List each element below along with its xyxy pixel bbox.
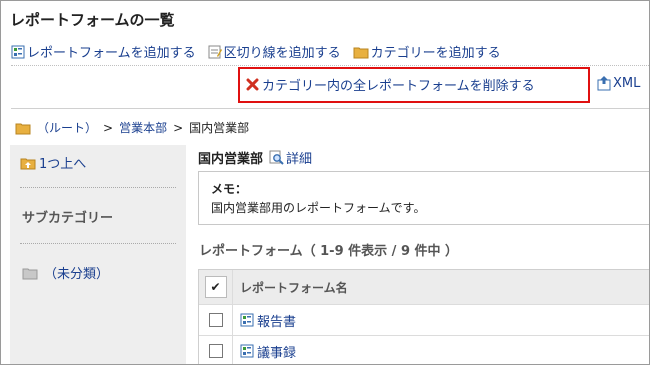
check-mark-icon: ✔ [210,280,221,294]
detail-link[interactable]: 詳細 [269,148,312,167]
breadcrumb: （ルート） > 営業本部 > 国内営業部 [15,119,249,136]
folder-icon [15,121,31,135]
breadcrumb-root[interactable]: （ルート） [37,119,97,136]
select-all-checkbox[interactable]: ✔ [204,276,227,298]
select-all-cell: ✔ [199,270,233,304]
memo-box: メモ： 国内営業部用のレポートフォームです。 [198,171,649,225]
column-header-name[interactable]: レポートフォーム名 [233,279,348,296]
category-name: 国内営業部 [198,152,264,167]
row-check-cell [199,336,233,364]
form-icon [240,344,254,358]
memo-text: 国内営業部用のレポートフォームです。 [211,201,426,215]
sidebar-divider [20,187,176,188]
window-frame: レポートフォームの一覧 レポートフォームを追加する 区切り線を追加する カテゴリ… [0,0,650,365]
breadcrumb-separator: > [103,120,114,135]
table-row: 報告書 [199,304,649,335]
subcategory-heading: サブカテゴリー [22,211,114,226]
add-category-button[interactable]: カテゴリーを追加する [353,42,501,61]
add-separator-label: 区切り線を追加する [223,46,341,61]
sidebar-divider [20,243,176,244]
form-name-link: 報告書 [257,314,297,330]
toolbar: レポートフォームを追加する 区切り線を追加する カテゴリーを追加する [11,42,501,61]
delete-all-forms-button[interactable]: カテゴリー内の全レポートフォームを削除する [246,75,535,94]
delete-all-forms-label: カテゴリー内の全レポートフォームを削除する [262,79,535,94]
page-title: レポートフォームの一覧 [10,11,175,29]
add-separator-button[interactable]: 区切り線を追加する [208,42,341,61]
form-icon [240,313,254,327]
xml-export-button[interactable]: XML [597,75,640,91]
export-icon [597,75,611,91]
table-row: 議事録 [199,335,649,364]
go-up-label: 1つ上へ [39,157,87,172]
toolbar-divider [11,65,649,66]
row-checkbox[interactable] [208,313,223,327]
folder-gray-icon [22,266,38,280]
magnifier-icon [269,150,284,165]
form-list-title: レポートフォーム（ 1-9 件表示 / 9 件中 ） [199,244,459,259]
breadcrumb-dept[interactable]: 営業本部 [119,119,167,136]
form-icon [11,45,25,59]
category-header: 国内営業部 詳細 [198,148,312,167]
memo-label: メモ： [211,182,248,196]
row-name-cell[interactable]: 議事録 [233,342,296,361]
folder-up-icon [20,156,36,170]
separator-icon [208,45,222,59]
xml-label: XML [613,75,641,91]
breadcrumb-current: 国内営業部 [189,121,250,135]
delete-icon [246,78,259,91]
row-checkbox[interactable] [208,344,223,358]
add-category-label: カテゴリーを追加する [370,46,501,61]
detail-label: 詳細 [286,152,313,167]
row-name-cell[interactable]: 報告書 [233,311,296,330]
table-header-row: ✔ レポートフォーム名 [199,270,649,304]
add-form-button[interactable]: レポートフォームを追加する [11,42,196,61]
breadcrumb-separator: > [173,120,184,135]
uncategorized-item[interactable]: （未分類） [22,263,109,282]
go-up-button[interactable]: 1つ上へ [20,153,86,172]
sidebar: 1つ上へ サブカテゴリー （未分類） [10,145,186,364]
form-name-link: 議事録 [257,345,297,361]
uncategorized-label: （未分類） [44,267,110,282]
section-divider [11,108,649,109]
form-table: ✔ レポートフォーム名 報告書 議事録 [198,269,649,364]
row-check-cell [199,305,233,335]
add-form-label: レポートフォームを追加する [27,46,196,61]
folder-icon [353,45,369,59]
